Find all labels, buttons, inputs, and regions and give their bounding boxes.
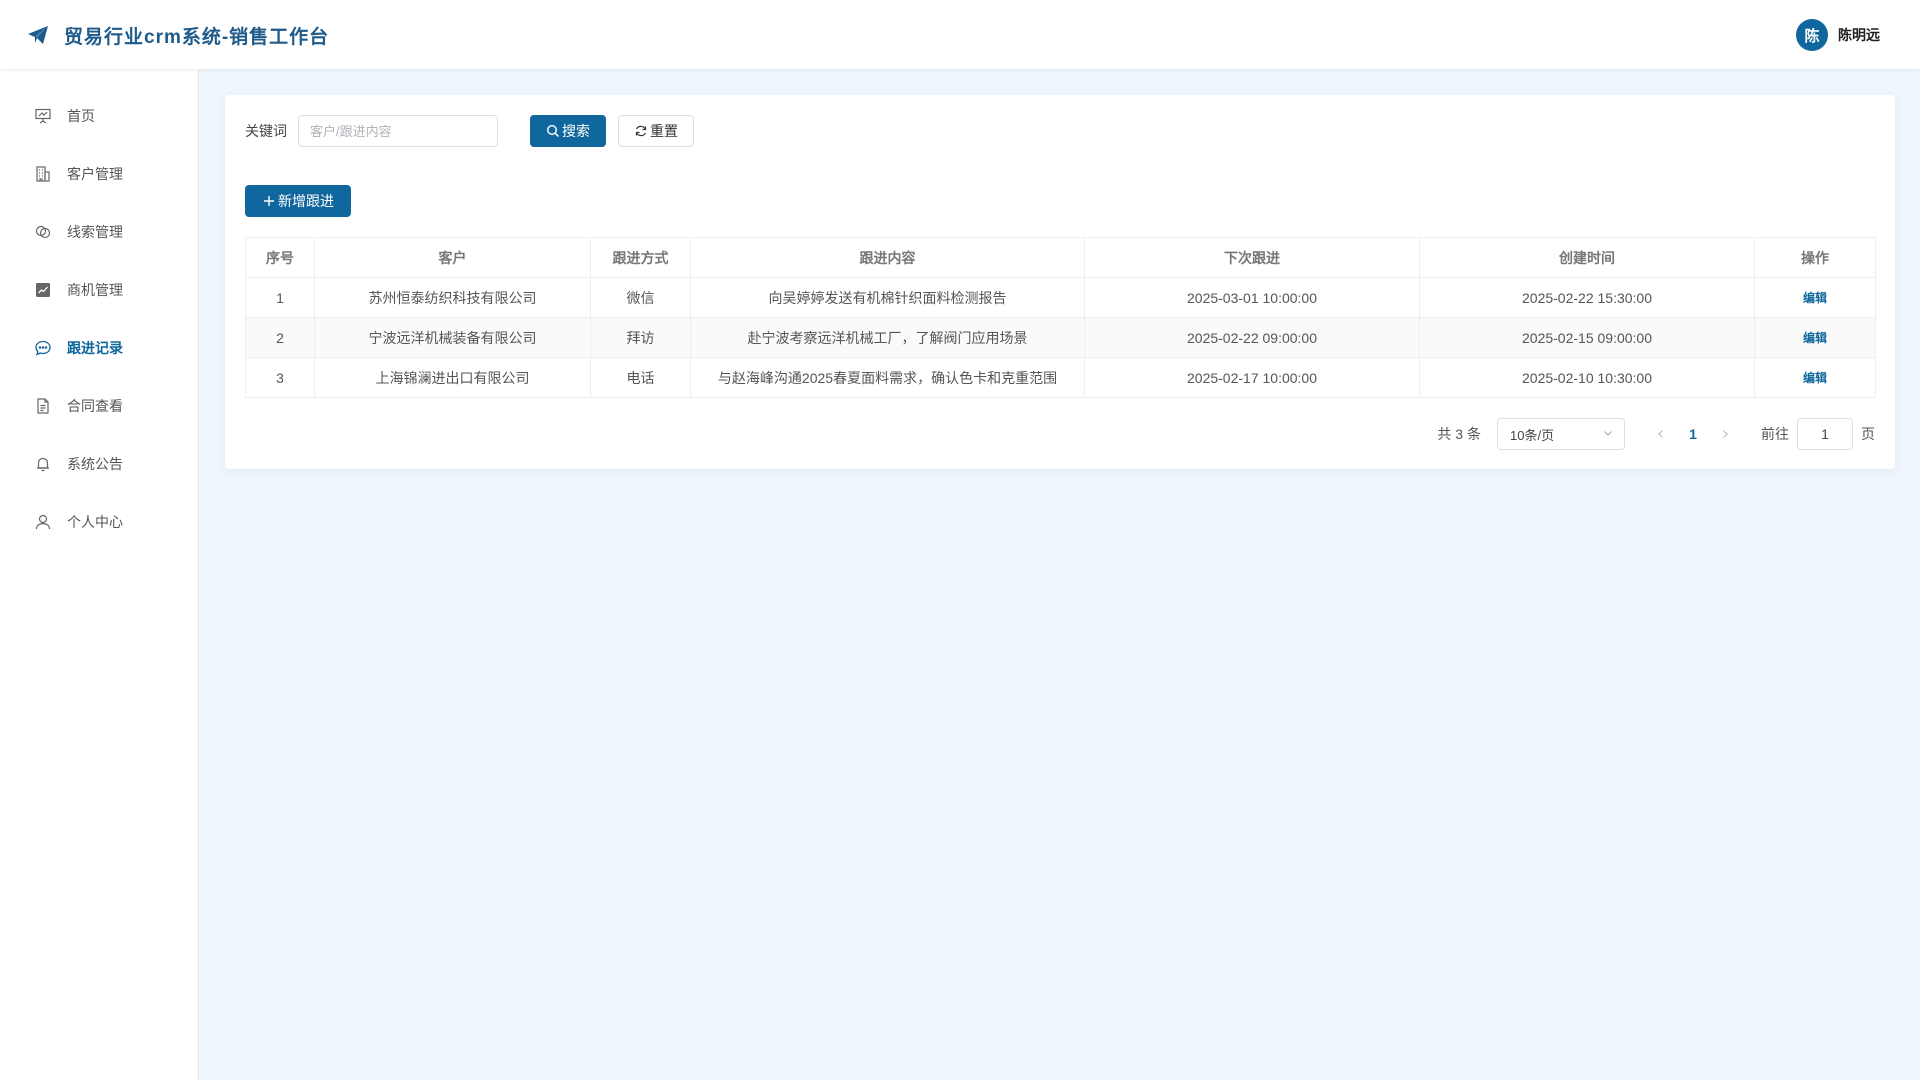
office-building-icon <box>34 165 52 183</box>
document-icon <box>34 397 52 415</box>
column-header: 操作 <box>1754 237 1876 278</box>
row-created-time: 2025-02-10 10:30:00 <box>1419 357 1755 398</box>
sidebar-item-customers[interactable]: 客户管理 <box>0 145 198 203</box>
search-icon <box>546 124 560 138</box>
sidebar-item-announcements[interactable]: 系统公告 <box>0 435 198 493</box>
sidebar-item-opportunities[interactable]: 商机管理 <box>0 261 198 319</box>
presentation-icon <box>34 107 52 125</box>
user-menu[interactable]: 陈 陈明远 <box>1796 18 1880 52</box>
row-actions: 编辑 <box>1754 357 1876 398</box>
total-count: 共 3 条 <box>1437 426 1481 442</box>
row-next-followup: 2025-02-17 10:00:00 <box>1084 357 1420 398</box>
sidebar-item-contracts[interactable]: 合同查看 <box>0 377 198 435</box>
keyword-input[interactable] <box>298 115 498 147</box>
sidebar-item-label: 系统公告 <box>67 456 123 472</box>
chevron-down-icon <box>1602 427 1614 442</box>
column-header: 序号 <box>245 237 315 278</box>
sidebar-item-leads[interactable]: 线索管理 <box>0 203 198 261</box>
link-icon <box>34 223 52 241</box>
add-followup-button[interactable]: 新增跟进 <box>245 185 351 217</box>
row-method: 电话 <box>590 357 691 398</box>
row-index: 2 <box>245 317 315 358</box>
sidebar-item-label: 首页 <box>67 108 95 124</box>
sidebar-item-followups[interactable]: 跟进记录 <box>0 319 198 377</box>
followup-table: 序号 客户 跟进方式 跟进内容 下次跟进 创建时间 操作 1 苏州恒泰纺织科技有… <box>245 237 1876 398</box>
table-row: 3 上海锦澜进出口有限公司 电话 与赵海峰沟通2025春夏面料需求，确认色卡和克… <box>245 357 1876 398</box>
sidebar-item-home[interactable]: 首页 <box>0 87 198 145</box>
row-index: 3 <box>245 357 315 398</box>
reset-button-label: 重置 <box>650 123 678 139</box>
row-customer: 苏州恒泰纺织科技有限公司 <box>314 277 591 318</box>
table-row: 1 苏州恒泰纺织科技有限公司 微信 向吴婷婷发送有机棉针织面料检测报告 2025… <box>245 277 1876 318</box>
search-button-label: 搜索 <box>562 123 590 139</box>
page-size-select[interactable]: 10条/页 <box>1497 418 1625 450</box>
refresh-icon <box>634 124 648 138</box>
row-next-followup: 2025-02-22 09:00:00 <box>1084 317 1420 358</box>
keyword-label: 关键词 <box>245 123 287 139</box>
sidebar-item-label: 线索管理 <box>67 224 123 240</box>
edit-link[interactable]: 编辑 <box>1803 291 1827 305</box>
table-header-row: 序号 客户 跟进方式 跟进内容 下次跟进 创建时间 操作 <box>245 237 1876 278</box>
sidebar-menu: 首页 客户管理 线索管理 商机管理 跟进记录 合同查看 系统公告 个人中心 <box>0 69 198 551</box>
page-size-value: 10条/页 <box>1510 427 1555 443</box>
row-next-followup: 2025-03-01 10:00:00 <box>1084 277 1420 318</box>
row-customer: 宁波远洋机械装备有限公司 <box>314 317 591 358</box>
user-icon <box>34 513 52 531</box>
sidebar-item-label: 个人中心 <box>67 514 123 530</box>
sidebar: 首页 客户管理 线索管理 商机管理 跟进记录 合同查看 系统公告 个人中心 <box>0 69 199 1080</box>
avatar[interactable]: 陈 <box>1796 19 1828 51</box>
table-row: 2 宁波远洋机械装备有限公司 拜访 赴宁波考察远洋机械工厂，了解阀门应用场景 2… <box>245 317 1876 358</box>
row-customer: 上海锦澜进出口有限公司 <box>314 357 591 398</box>
row-method: 微信 <box>590 277 691 318</box>
chat-bubble-icon <box>34 339 52 357</box>
sidebar-item-profile[interactable]: 个人中心 <box>0 493 198 551</box>
column-header: 客户 <box>314 237 591 278</box>
row-content: 与赵海峰沟通2025春夏面料需求，确认色卡和克重范围 <box>690 357 1085 398</box>
column-header: 跟进方式 <box>590 237 691 278</box>
chart-icon <box>34 281 52 299</box>
search-button[interactable]: 搜索 <box>530 115 606 147</box>
row-method: 拜访 <box>590 317 691 358</box>
pagination: 共 3 条 10条/页 1 前往 页 <box>1437 418 1875 450</box>
prev-page-button[interactable] <box>1645 418 1677 450</box>
page-number-current[interactable]: 1 <box>1677 418 1709 450</box>
next-page-button[interactable] <box>1709 418 1741 450</box>
row-index: 1 <box>245 277 315 318</box>
add-followup-label: 新增跟进 <box>278 193 334 209</box>
sidebar-item-label: 客户管理 <box>67 166 123 182</box>
sidebar-item-label: 合同查看 <box>67 398 123 414</box>
row-actions: 编辑 <box>1754 317 1876 358</box>
bell-icon <box>34 455 52 473</box>
sidebar-item-label: 跟进记录 <box>67 340 123 356</box>
sidebar-item-label: 商机管理 <box>67 282 123 298</box>
column-header: 创建时间 <box>1419 237 1755 278</box>
column-header: 跟进内容 <box>690 237 1085 278</box>
row-created-time: 2025-02-22 15:30:00 <box>1419 277 1755 318</box>
goto-label: 前往 <box>1761 426 1789 442</box>
plus-icon <box>262 194 276 208</box>
top-header: 贸易行业crm系统-销售工作台 陈 陈明远 <box>0 0 1920 69</box>
row-content: 向吴婷婷发送有机棉针织面料检测报告 <box>690 277 1085 318</box>
chevron-right-icon <box>1723 430 1728 438</box>
column-header: 下次跟进 <box>1084 237 1420 278</box>
row-content: 赴宁波考察远洋机械工厂，了解阀门应用场景 <box>690 317 1085 358</box>
search-form: 关键词 搜索 重置 <box>245 115 694 147</box>
paper-plane-logo-icon <box>26 23 50 47</box>
edit-link[interactable]: 编辑 <box>1803 331 1827 345</box>
row-created-time: 2025-02-15 09:00:00 <box>1419 317 1755 358</box>
chevron-left-icon <box>1658 430 1663 438</box>
app-title: 贸易行业crm系统-销售工作台 <box>64 27 330 48</box>
page-suffix: 页 <box>1861 426 1875 442</box>
followup-panel: 关键词 搜索 重置 新增跟进 序号 客户 跟进方式 <box>225 95 1895 469</box>
user-name[interactable]: 陈明远 <box>1838 25 1880 45</box>
goto-page-input[interactable] <box>1797 418 1853 450</box>
row-actions: 编辑 <box>1754 277 1876 318</box>
reset-button[interactable]: 重置 <box>618 115 694 147</box>
edit-link[interactable]: 编辑 <box>1803 371 1827 385</box>
